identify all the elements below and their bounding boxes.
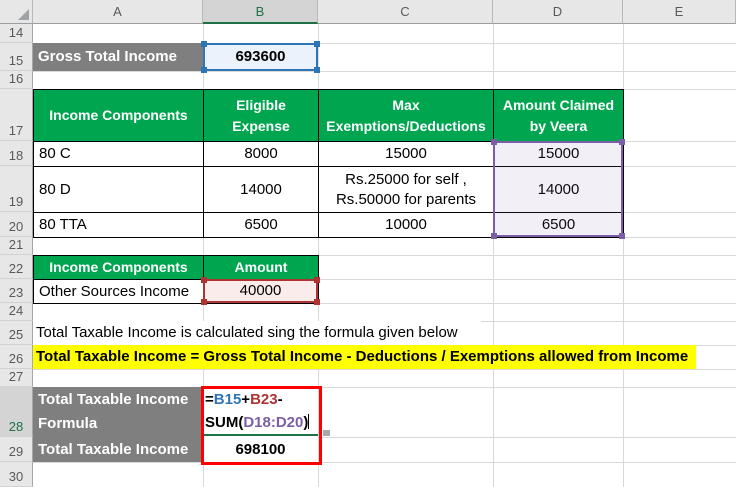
selection-handle[interactable] — [491, 233, 497, 239]
label-line: Total Taxable Income — [38, 391, 189, 408]
formula-edit-cell[interactable]: =B15+B23- SUM(D18:D20) — [203, 388, 318, 435]
selection-handle[interactable] — [314, 277, 320, 283]
text-cursor — [308, 414, 310, 429]
deductions-header-amount-claimed[interactable]: Amount Claimed by Veera — [494, 90, 624, 142]
row-header-29[interactable]: 29 — [0, 437, 33, 462]
description-text[interactable]: Total Taxable Income is calculated sing … — [33, 321, 481, 345]
selection-handle[interactable] — [619, 139, 625, 145]
header-text: Amount Claimed — [502, 96, 615, 113]
gross-total-income-label-cell[interactable]: Gross Total Income — [33, 43, 203, 71]
formula-sum: SUM( — [205, 414, 244, 431]
header-text: Max — [392, 96, 420, 113]
gridline — [33, 462, 736, 463]
header-text: Eligible — [236, 96, 286, 113]
row-header-28[interactable]: 28 — [0, 387, 33, 437]
formula-line-2: SUM(D18:D20) — [205, 411, 318, 434]
cell-80tta-eligible[interactable]: 6500 — [204, 213, 319, 238]
spreadsheet: A B C D E 14 15 16 17 18 19 20 21 22 23 … — [0, 0, 736, 487]
header-text: Income Components — [49, 107, 188, 123]
edit-cell-bottom-border — [204, 434, 318, 436]
column-header-e[interactable]: E — [623, 0, 736, 24]
deductions-header-max-exemptions[interactable]: Max Exemptions/Deductions — [319, 90, 494, 142]
row-header-14[interactable]: 14 — [0, 24, 33, 43]
select-all-triangle-icon — [18, 9, 29, 20]
column-header-a[interactable]: A — [33, 0, 203, 24]
row-header-27[interactable]: 27 — [0, 369, 33, 387]
other-sources-amount-value: 40000 — [239, 282, 282, 299]
row-header-17[interactable]: 17 — [0, 89, 33, 141]
selection-handle[interactable] — [201, 67, 207, 73]
formula-ref-b23: B23 — [250, 391, 278, 408]
cell-80c-eligible[interactable]: 8000 — [204, 142, 319, 167]
formula-ref-d18-d20: D18:D20 — [243, 414, 304, 431]
header-text: Exemptions/Deductions — [326, 117, 486, 134]
selection-handle[interactable] — [314, 41, 320, 47]
header-text: Expense — [232, 117, 290, 134]
formula-eq: = — [205, 391, 214, 408]
deductions-header-components[interactable]: Income Components — [34, 90, 204, 142]
row-header-19[interactable]: 19 — [0, 166, 33, 212]
row-header-23[interactable]: 23 — [0, 279, 33, 303]
cell-80c-component[interactable]: 80 C — [34, 142, 204, 167]
formula-minus: - — [277, 391, 283, 408]
cell-text: Rs.25000 for self , — [345, 170, 467, 188]
cell-80tta-max[interactable]: 10000 — [319, 213, 494, 238]
selection-handle[interactable] — [201, 277, 207, 283]
selection-handle[interactable] — [314, 299, 320, 305]
selection-handle[interactable] — [314, 67, 320, 73]
total-taxable-income-label-cell[interactable]: Total Taxable Income — [33, 437, 203, 462]
range-highlight-b23[interactable]: 40000 — [201, 277, 320, 305]
gridline — [33, 369, 736, 370]
gross-total-income-value: 693600 — [235, 48, 286, 65]
formula-line-1: =B15+B23- — [205, 388, 318, 411]
fill-handle-mark[interactable] — [323, 430, 330, 436]
cell-80tta-component[interactable]: 80 TTA — [34, 213, 204, 238]
gross-total-income-value-cell[interactable]: 693600 — [201, 41, 320, 73]
deductions-header-eligible-expense[interactable]: Eligible Expense — [204, 90, 319, 142]
formula-explanation-highlight[interactable]: Total Taxable Income = Gross Total Incom… — [33, 345, 696, 369]
row-header-30[interactable]: 30 — [0, 462, 33, 487]
column-header-b[interactable]: B — [203, 0, 318, 24]
cell-other-sources-income[interactable]: Other Sources Income — [34, 280, 204, 304]
column-header-d[interactable]: D — [493, 0, 623, 24]
total-taxable-income-formula-label-cell[interactable]: Total Taxable Income Formula — [33, 387, 203, 437]
select-all-corner[interactable] — [0, 0, 33, 24]
other-income-header-components[interactable]: Income Components — [34, 256, 204, 280]
formula-ref-b15: B15 — [213, 391, 242, 408]
label-line: Formula — [38, 415, 98, 432]
selection-handle[interactable] — [201, 41, 207, 47]
total-taxable-income-value-cell[interactable]: 698100 — [203, 437, 318, 462]
cell-80d-component[interactable]: 80 D — [34, 167, 204, 213]
gridline — [33, 71, 736, 72]
cell-80d-max[interactable]: Rs.25000 for self , Rs.50000 for parents — [319, 167, 494, 213]
cell-80c-max[interactable]: 15000 — [319, 142, 494, 167]
column-header-c[interactable]: C — [318, 0, 493, 24]
other-income-header-amount[interactable]: Amount — [204, 256, 319, 280]
row-header-22[interactable]: 22 — [0, 255, 33, 279]
row-header-15[interactable]: 15 — [0, 43, 33, 71]
formula-plus: + — [241, 391, 251, 408]
row-header-25[interactable]: 25 — [0, 321, 33, 345]
row-header-20[interactable]: 20 — [0, 212, 33, 237]
selection-handle[interactable] — [491, 139, 497, 145]
row-header-24[interactable]: 24 — [0, 303, 33, 321]
row-header-18[interactable]: 18 — [0, 141, 33, 166]
row-header-26[interactable]: 26 — [0, 345, 33, 369]
row-header-21[interactable]: 21 — [0, 237, 33, 255]
cell-80d-eligible[interactable]: 14000 — [204, 167, 319, 213]
header-text: by Veera — [529, 117, 588, 134]
selection-handle[interactable] — [619, 233, 625, 239]
row-header-16[interactable]: 16 — [0, 71, 33, 89]
cell-text: Rs.50000 for parents — [335, 190, 477, 208]
selection-handle[interactable] — [201, 299, 207, 305]
range-highlight-d18-d20 — [491, 139, 625, 239]
